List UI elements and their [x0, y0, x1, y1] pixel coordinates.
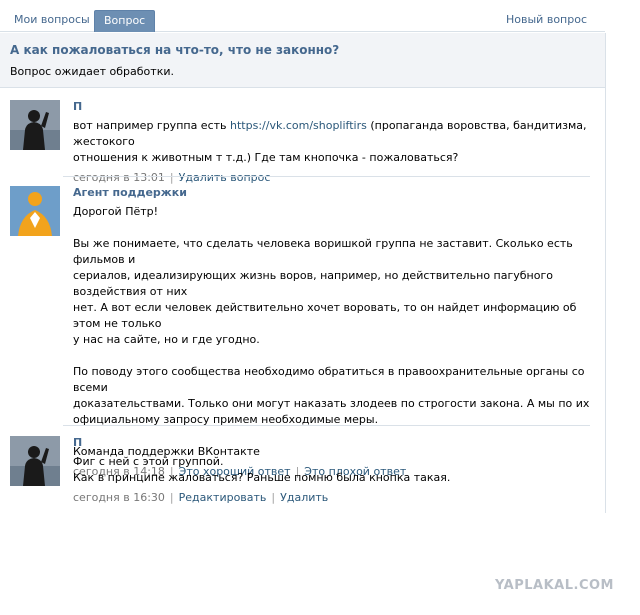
- post-text: Дорогой Пётр! Вы же понимаете, что сдела…: [73, 204, 593, 460]
- delete-link[interactable]: Удалить: [280, 491, 328, 504]
- silhouette-avatar-icon[interactable]: [10, 436, 60, 486]
- divider: [63, 425, 590, 426]
- question-title: А как пожаловаться на что-то, что не зак…: [10, 43, 340, 57]
- post-text-line: Вы же понимаете, что сделать человека во…: [73, 237, 573, 266]
- support-agent-avatar-icon[interactable]: [10, 186, 60, 236]
- post-timestamp: сегодня в 16:30: [73, 491, 165, 504]
- content-border: [605, 33, 606, 513]
- post-text-line: По поводу этого сообщества необходимо об…: [73, 365, 585, 394]
- post-meta: сегодня в 13:01 | Удалить вопрос: [73, 171, 271, 184]
- post-text-line: у нас на сайте, но и где угодно.: [73, 333, 260, 346]
- new-question-link[interactable]: Новый вопрос: [496, 10, 597, 32]
- watermark-logo: YAPLAKAL.COM: [495, 578, 614, 593]
- post-meta: сегодня в 16:30 | Редактировать | Удалить: [73, 491, 329, 504]
- post-author[interactable]: П: [73, 100, 593, 114]
- post-text-line: Дорогой Пётр!: [73, 205, 159, 218]
- post-text: Фиг с ней с этой группой. Как в принципе…: [73, 454, 593, 486]
- post-author[interactable]: Агент поддержки: [73, 186, 593, 200]
- delete-question-link[interactable]: Удалить вопрос: [179, 171, 271, 184]
- tab-bar: Мои вопросы Вопрос Новый вопрос: [0, 0, 605, 32]
- edit-link[interactable]: Редактировать: [179, 491, 267, 504]
- tab-my-questions[interactable]: Мои вопросы: [4, 10, 100, 32]
- silhouette-avatar-icon[interactable]: [10, 100, 60, 150]
- question-header: А как пожаловаться на что-то, что не зак…: [0, 33, 605, 88]
- post-timestamp: сегодня в 13:01: [73, 171, 165, 184]
- post-text: вот например группа есть https://vk.com/…: [73, 118, 593, 166]
- post-text-segment: вот например группа есть: [73, 119, 231, 132]
- post-text-line: отношения к животным т т.д.) Где там кно…: [73, 151, 459, 164]
- post-text-line: нет. А вот если человек действительно хо…: [73, 301, 577, 330]
- post-text-line: Фиг с ней с этой группой.: [73, 455, 224, 468]
- post-text-line: сериалов, идеализирующих жизнь воров, на…: [73, 269, 553, 298]
- tab-question[interactable]: Вопрос: [94, 10, 156, 32]
- post-text-line: доказательствами. Только они могут наказ…: [73, 397, 590, 410]
- group-link[interactable]: https://vk.com/shopliftirs: [230, 119, 367, 132]
- post-author[interactable]: П: [73, 436, 593, 450]
- question-status: Вопрос ожидает обработки.: [10, 65, 174, 78]
- post-text-line: Как в принципе жаловаться? Раньше помню …: [73, 471, 451, 484]
- divider: [63, 176, 590, 177]
